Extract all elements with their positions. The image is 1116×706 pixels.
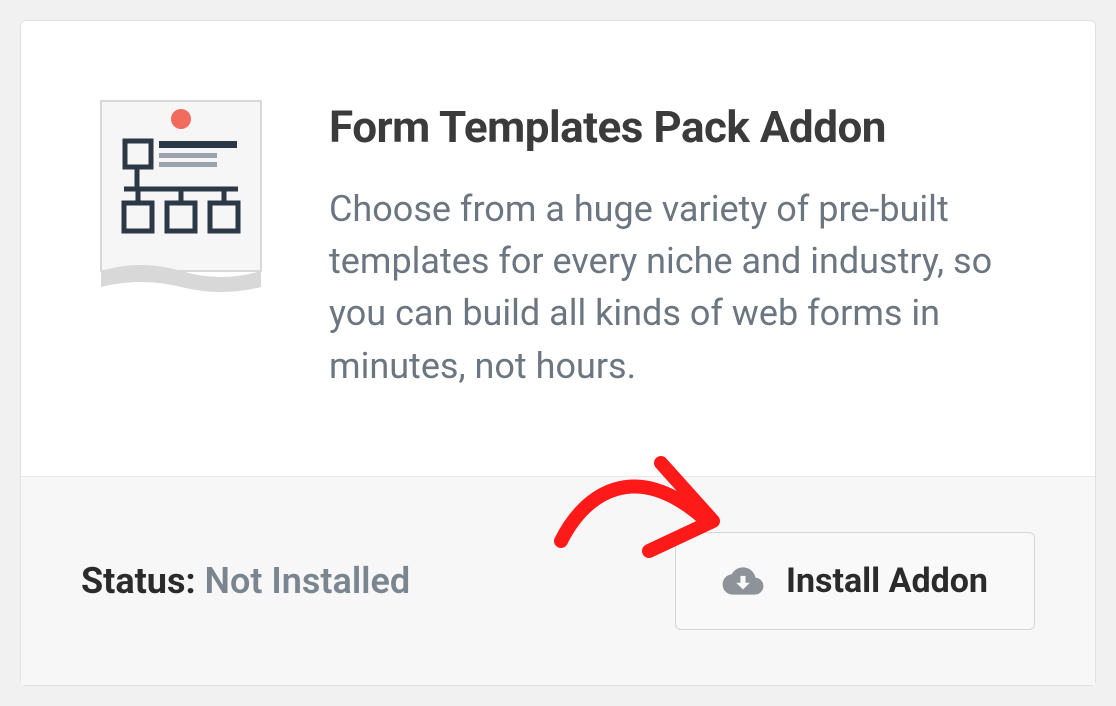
form-templates-icon — [81, 91, 281, 301]
status-value: Not Installed — [205, 560, 411, 602]
install-button-label: Install Addon — [786, 561, 988, 601]
install-addon-button[interactable]: Install Addon — [675, 532, 1035, 630]
cloud-download-icon — [722, 564, 764, 598]
status-label: Status: — [81, 560, 196, 602]
addon-footer: Status: Not Installed Install Addon — [21, 476, 1095, 685]
addon-title: Form Templates Pack Addon — [329, 101, 1035, 153]
addon-description: Choose from a huge variety of pre-built … — [329, 183, 1009, 392]
addon-card: Form Templates Pack Addon Choose from a … — [20, 20, 1096, 686]
addon-content: Form Templates Pack Addon Choose from a … — [21, 21, 1095, 476]
addon-icon — [81, 91, 281, 436]
status-text: Status: Not Installed — [81, 560, 410, 602]
addon-text: Form Templates Pack Addon Choose from a … — [329, 91, 1035, 436]
